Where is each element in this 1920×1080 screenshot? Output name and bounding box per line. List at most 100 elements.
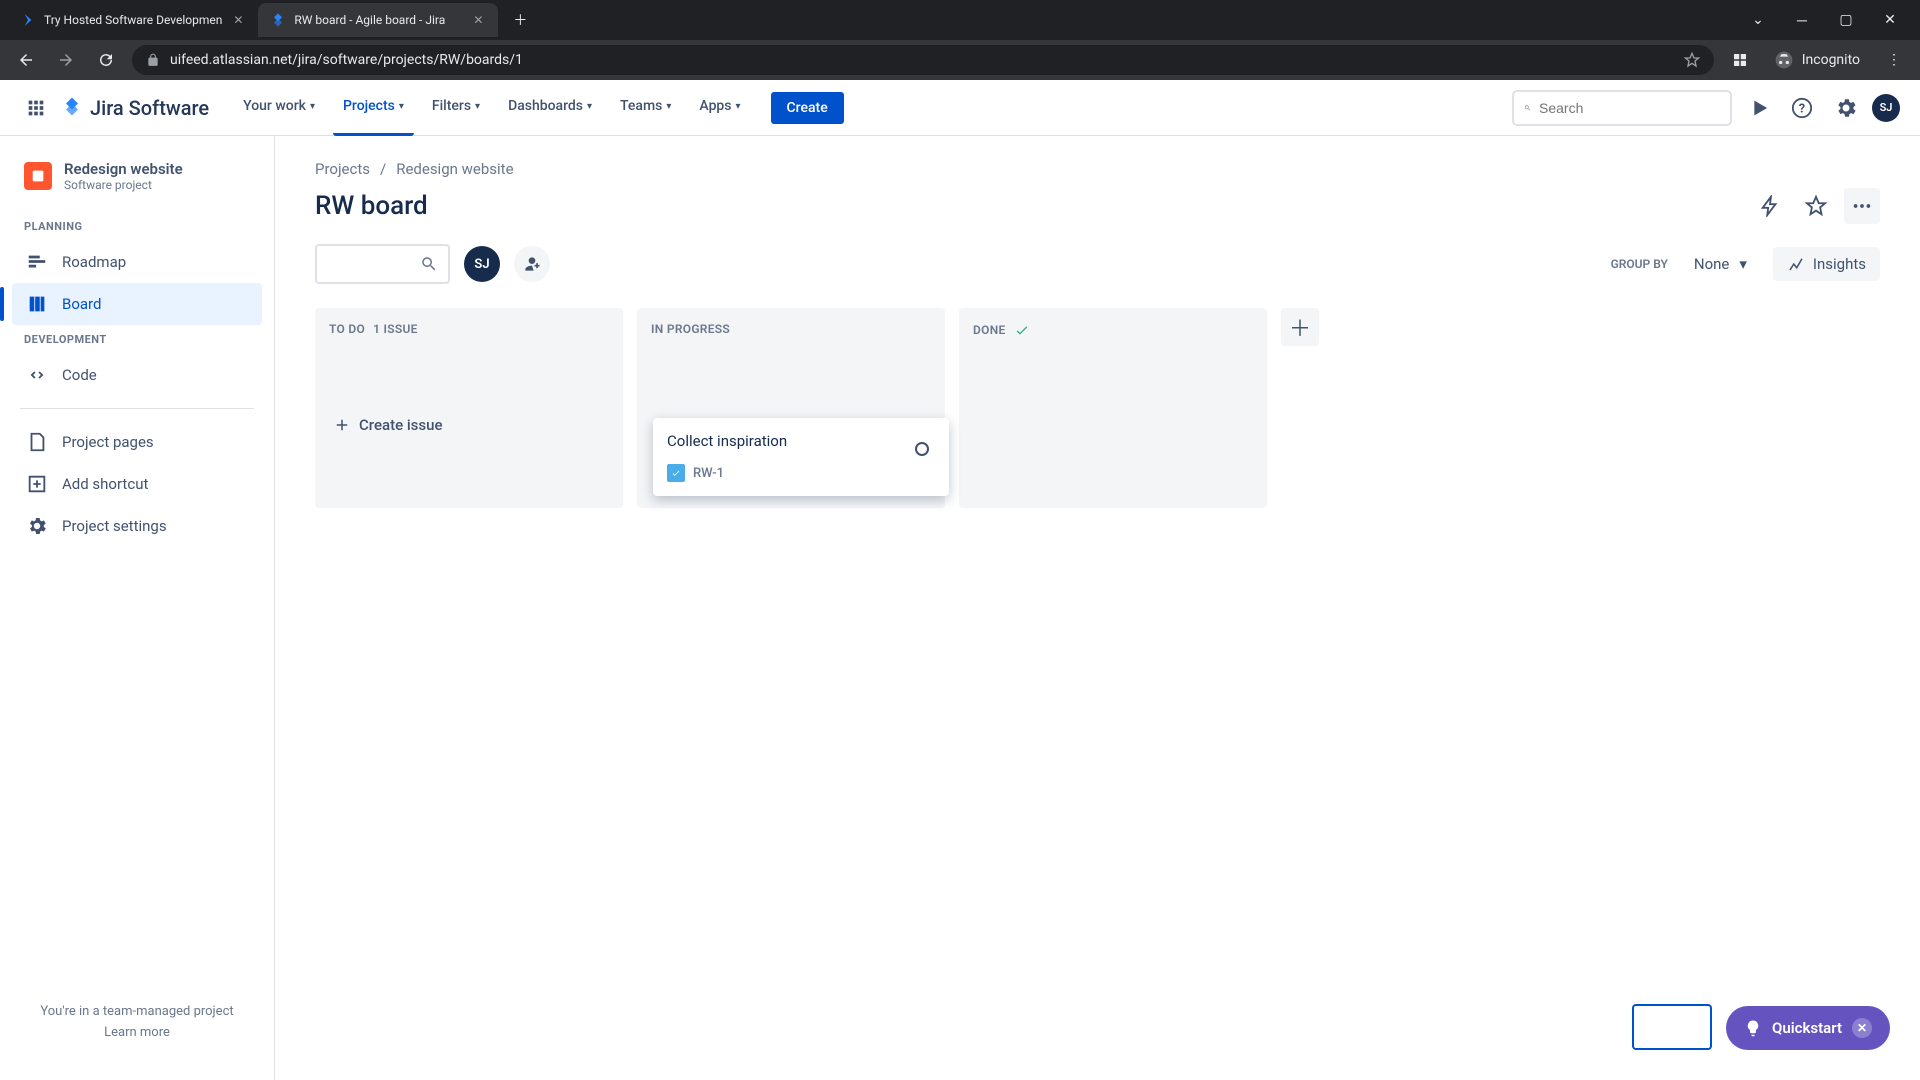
board-column-done[interactable]: DONE [959, 308, 1267, 508]
sidebar-item-project-pages[interactable]: Project pages [12, 421, 262, 463]
create-issue-button[interactable]: Create issue [329, 406, 609, 444]
lock-icon [146, 53, 160, 67]
maximize-icon[interactable]: ▢ [1836, 12, 1856, 29]
help-icon[interactable]: ? [1784, 90, 1820, 126]
plus-icon [333, 416, 351, 434]
incognito-badge[interactable]: Incognito [1766, 50, 1868, 70]
breadcrumb-link[interactable]: Redesign website [396, 160, 513, 178]
board-column-todo[interactable]: TO DO 1 ISSUE Create issue [315, 308, 623, 508]
breadcrumb-link[interactable]: Projects [315, 160, 370, 178]
new-tab-button[interactable]: ＋ [506, 6, 534, 34]
project-header[interactable]: Redesign website Software project [12, 160, 262, 212]
user-avatar[interactable]: SJ [1872, 94, 1900, 122]
tab-close-icon[interactable]: ✕ [230, 12, 246, 28]
chevron-down-icon: ▾ [666, 101, 671, 112]
browser-menu-icon[interactable]: ⋮ [1880, 46, 1908, 74]
gear-icon [26, 515, 48, 537]
filter-row: SJ GROUP BY None ▾ Insights [315, 244, 1880, 284]
footer-learn-more-link[interactable]: Learn more [28, 1025, 246, 1040]
column-title: IN PROGRESS [651, 322, 730, 336]
jira-logo-icon [60, 96, 84, 120]
back-button[interactable] [12, 46, 40, 74]
chevron-down-icon: ▾ [310, 101, 315, 112]
breadcrumb-separator: / [380, 160, 386, 178]
insights-button[interactable]: Insights [1773, 247, 1880, 281]
search-icon [420, 255, 438, 273]
member-avatar[interactable]: SJ [464, 246, 500, 282]
board-search-input[interactable] [315, 244, 450, 284]
address-bar: uifeed.atlassian.net/jira/software/proje… [0, 40, 1920, 80]
jira-logo[interactable]: Jira Software [60, 96, 209, 120]
search-input[interactable] [1539, 100, 1720, 116]
board-title: RW board [315, 191, 428, 221]
extensions-icon[interactable] [1726, 46, 1754, 74]
settings-icon[interactable] [1828, 90, 1864, 126]
nav-your-work[interactable]: Your work▾ [233, 80, 325, 136]
group-by-select[interactable]: None ▾ [1682, 247, 1759, 281]
roadmap-icon [26, 251, 48, 273]
chevron-down-icon: ▾ [1739, 255, 1747, 273]
close-window-icon[interactable]: ✕ [1880, 12, 1900, 29]
column-title: TO DO [329, 322, 365, 336]
minimize-icon[interactable]: ─ [1792, 12, 1812, 29]
sidebar-divider [20, 408, 254, 409]
app-switcher-icon[interactable] [20, 92, 52, 124]
add-member-button[interactable] [514, 246, 550, 282]
sidebar-item-add-shortcut[interactable]: Add shortcut [12, 463, 262, 505]
atlassian-favicon [20, 12, 36, 28]
browser-chrome: Try Hosted Software Developmen ✕ RW boar… [0, 0, 1920, 80]
url-field[interactable]: uifeed.atlassian.net/jira/software/proje… [132, 45, 1714, 75]
breadcrumb: Projects / Redesign website [315, 160, 1880, 178]
column-title: DONE [973, 323, 1006, 337]
project-name: Redesign website [64, 160, 183, 178]
more-icon[interactable] [1844, 188, 1880, 224]
tab-close-icon[interactable]: ✕ [470, 12, 486, 28]
browser-tab[interactable]: Try Hosted Software Developmen ✕ [8, 3, 258, 37]
sidebar-item-project-settings[interactable]: Project settings [12, 505, 262, 547]
svg-text:?: ? [1799, 101, 1805, 116]
group-by-label: GROUP BY [1611, 257, 1668, 271]
kanban-board: TO DO 1 ISSUE Create issue IN PROGRESS [315, 308, 1880, 508]
logo-text: Jira Software [90, 96, 209, 120]
automation-icon[interactable] [1752, 188, 1788, 224]
global-search[interactable] [1512, 90, 1732, 126]
reload-button[interactable] [92, 46, 120, 74]
nav-apps[interactable]: Apps▾ [689, 80, 750, 136]
add-shortcut-icon [26, 473, 48, 495]
quickstart-close-icon[interactable]: ✕ [1852, 1018, 1872, 1038]
jira-favicon [270, 12, 286, 28]
nav-filters[interactable]: Filters▾ [422, 80, 490, 136]
board-header: RW board [315, 188, 1880, 224]
add-column-button[interactable]: ＋ [1281, 308, 1319, 346]
star-icon[interactable] [1798, 188, 1834, 224]
mini-panel-toggle[interactable] [1632, 1004, 1712, 1050]
nav-teams[interactable]: Teams▾ [610, 80, 681, 136]
chevron-down-icon: ▾ [399, 101, 404, 112]
sidebar-section-development: DEVELOPMENT [12, 325, 262, 354]
forward-button[interactable] [52, 46, 80, 74]
issue-card-dragging[interactable]: Collect inspiration RW-1 [653, 418, 949, 496]
quickstart-button[interactable]: Quickstart ✕ [1726, 1006, 1890, 1050]
card-title: Collect inspiration [667, 432, 935, 450]
project-type: Software project [64, 178, 183, 192]
tab-title: Try Hosted Software Developmen [44, 13, 222, 27]
lightbulb-icon [1744, 1019, 1762, 1037]
sidebar-item-board[interactable]: Board [12, 283, 262, 325]
browser-tab[interactable]: RW board - Agile board - Jira ✕ [258, 3, 498, 37]
task-type-icon [667, 464, 685, 482]
create-button[interactable]: Create [771, 92, 844, 124]
sidebar-item-roadmap[interactable]: Roadmap [12, 241, 262, 283]
incognito-icon [1774, 50, 1794, 70]
issue-key: RW-1 [693, 466, 724, 481]
notifications-icon[interactable] [1740, 90, 1776, 126]
nav-projects[interactable]: Projects▾ [333, 80, 414, 136]
sidebar-item-code[interactable]: Code [12, 354, 262, 396]
chevron-down-icon: ▾ [587, 101, 592, 112]
code-icon [26, 364, 48, 386]
column-count: 1 ISSUE [373, 322, 418, 336]
nav-dashboards[interactable]: Dashboards▾ [498, 80, 602, 136]
star-icon[interactable] [1684, 52, 1700, 68]
incognito-label: Incognito [1802, 52, 1860, 68]
tabs-dropdown-icon[interactable]: ⌄ [1748, 12, 1768, 29]
chevron-down-icon: ▾ [475, 101, 480, 112]
